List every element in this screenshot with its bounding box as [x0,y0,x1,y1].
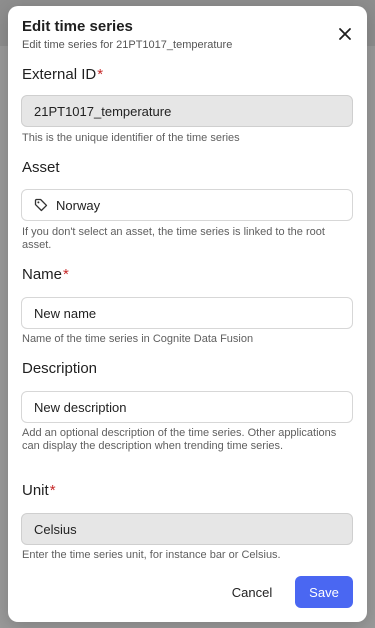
unit-field[interactable]: Celsius [21,513,353,545]
description-helper: Add an optional description of the time … [22,427,337,452]
description-value: New description [34,399,127,415]
asset-helper: If you don't select an asset, the time s… [22,226,325,251]
name-label: Name* [22,266,69,284]
cancel-button[interactable]: Cancel [222,576,282,608]
description-label: Description [22,360,97,378]
dialog-title: Edit time series [22,18,133,35]
unit-helper: Enter the time series unit, for instance… [22,549,281,561]
external-id-value: 21PT1017_temperature [34,103,172,119]
external-id-field[interactable]: 21PT1017_temperature [21,95,353,127]
asset-label-text: Asset [22,159,60,176]
required-mark: * [63,266,69,283]
save-button[interactable]: Save [295,576,353,608]
close-button[interactable] [333,22,357,46]
dialog-subtitle: Edit time series for 21PT1017_temperatur… [22,39,233,51]
name-helper: Name of the time series in Cognite Data … [22,333,254,345]
required-mark: * [49,482,56,499]
asset-value: Norway [56,197,101,213]
unit-value: Celsius [34,521,77,537]
external-id-label-text: External ID [22,66,97,83]
name-value: New name [34,305,97,321]
description-field[interactable]: New description [21,391,353,423]
tag-icon [34,198,48,212]
name-label-text: Name [22,266,63,283]
asset-select[interactable]: Norway [21,189,353,221]
unit-label: Unit* [22,482,56,500]
asset-label: Asset [22,159,60,177]
external-id-label: External ID* [22,66,103,84]
close-icon [339,28,351,40]
name-field[interactable]: New name [21,297,353,329]
unit-label-text: Unit [22,482,49,499]
description-label-text: Description [22,360,98,377]
edit-time-series-dialog: Edit time series Edit time series for 21… [8,6,367,622]
required-mark: * [97,66,104,83]
external-id-helper: This is the unique identifier of the tim… [22,132,240,144]
dialog-header: Edit time series Edit time series for 21… [22,18,353,52]
